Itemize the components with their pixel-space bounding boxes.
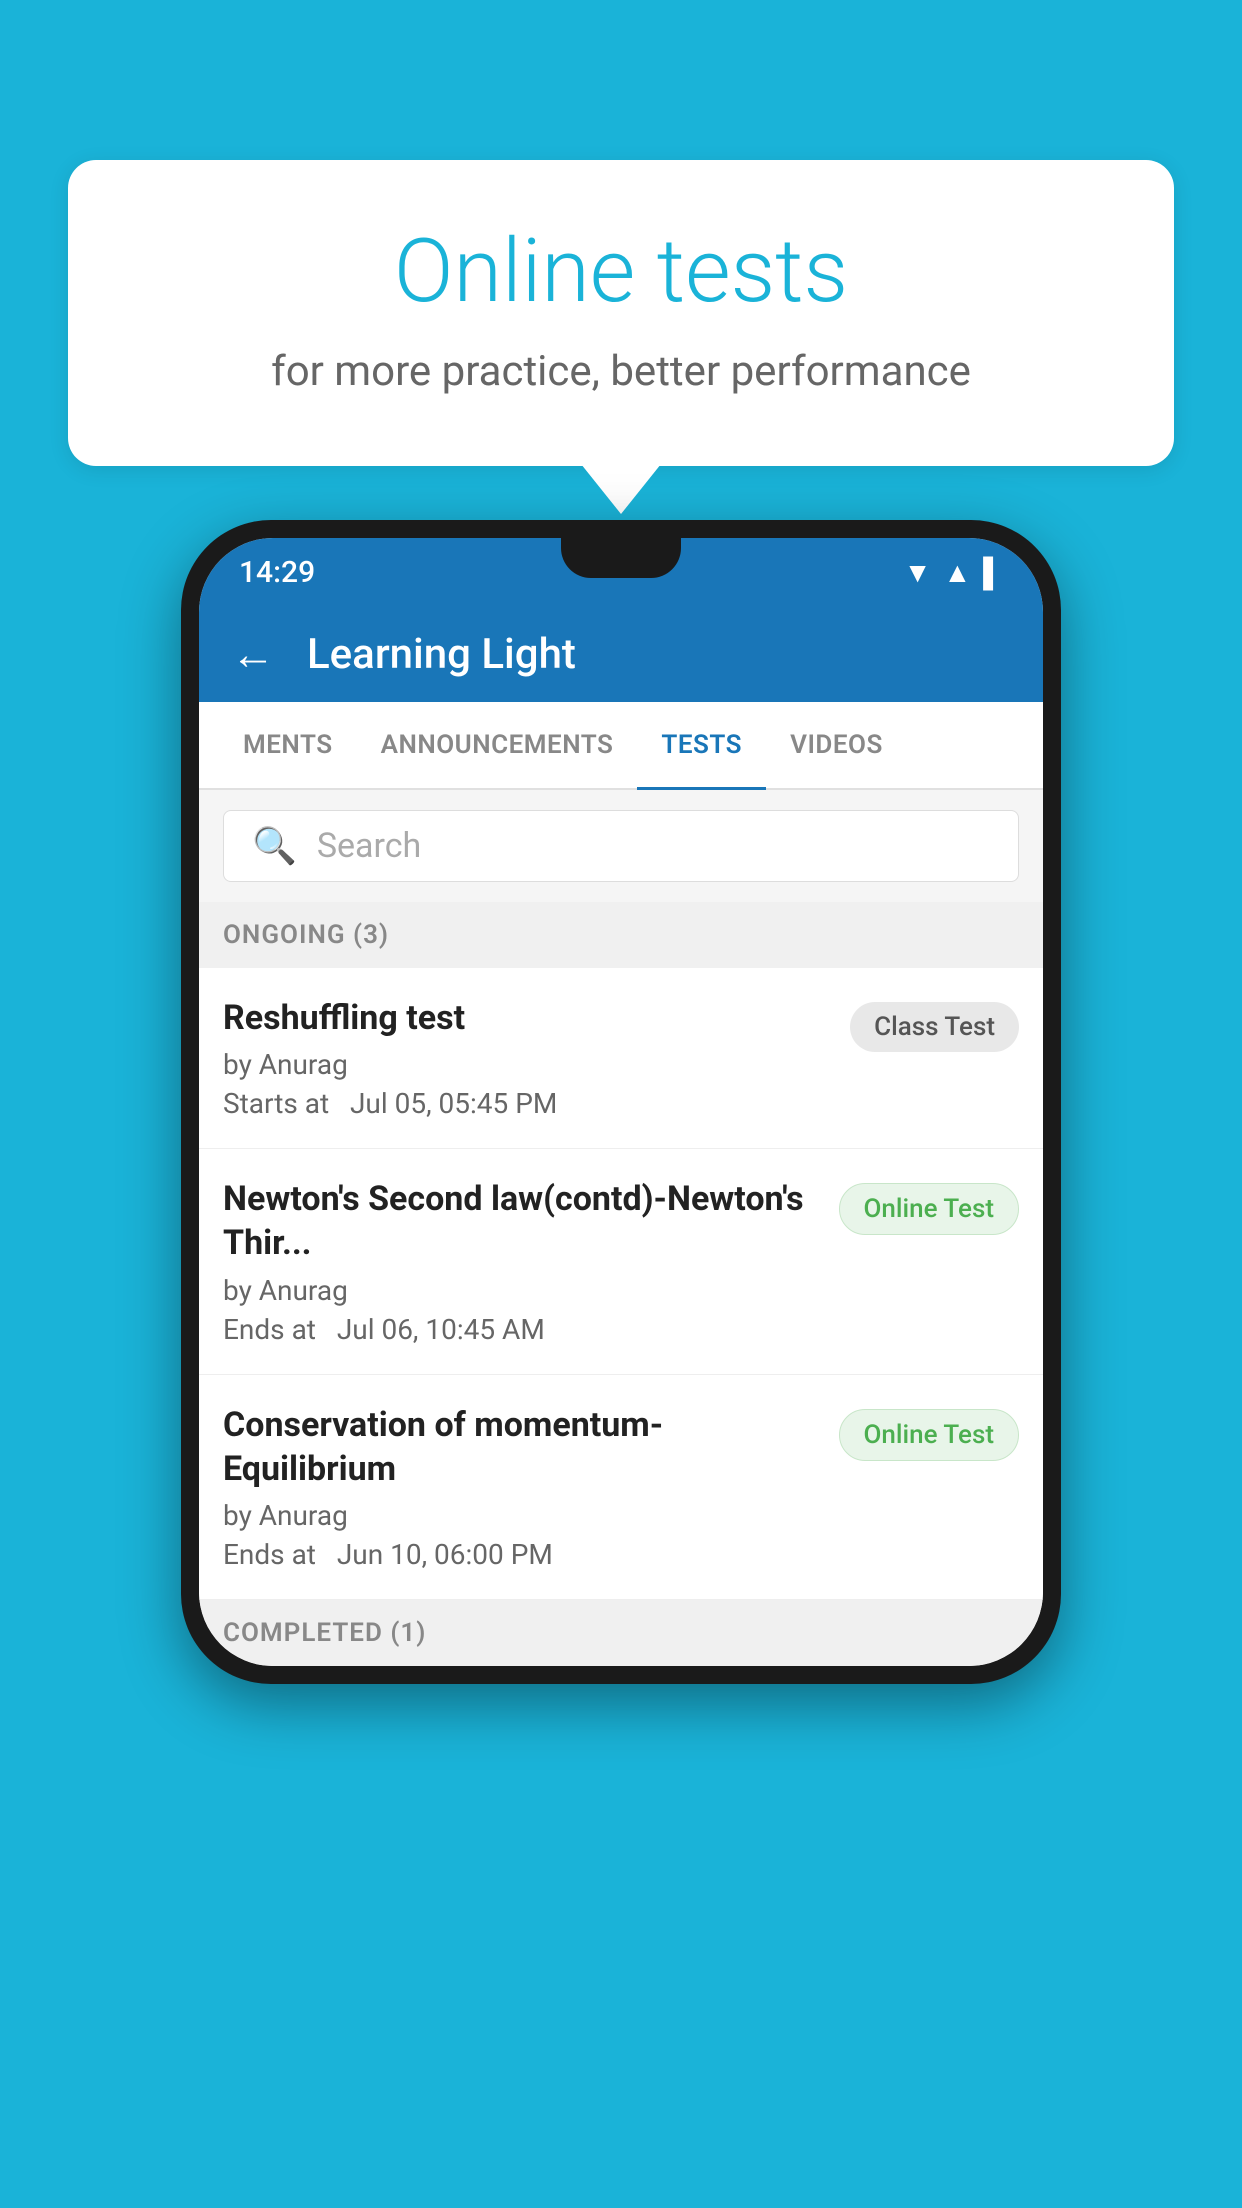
completed-section-header: COMPLETED (1) bbox=[199, 1600, 1043, 1666]
test-item-3[interactable]: Conservation of momentum-Equilibrium by … bbox=[199, 1375, 1043, 1600]
bubble-subtitle: for more practice, better performance bbox=[148, 347, 1094, 396]
tab-announcements[interactable]: ANNOUNCEMENTS bbox=[357, 702, 638, 788]
test-badge-1: Class Test bbox=[850, 1002, 1019, 1052]
test-info-3: Conservation of momentum-Equilibrium by … bbox=[223, 1403, 819, 1571]
test-time-label-1: Starts at bbox=[223, 1087, 329, 1120]
ongoing-label: ONGOING (3) bbox=[223, 920, 389, 950]
bubble-title: Online tests bbox=[148, 220, 1094, 323]
test-time-value-3: Jun 10, 06:00 PM bbox=[337, 1538, 553, 1571]
wifi-icon: ▼ bbox=[904, 556, 932, 589]
tab-ments[interactable]: MENTS bbox=[219, 702, 357, 788]
tab-tests[interactable]: TESTS bbox=[637, 702, 766, 788]
phone-inner: 14:29 ▼ ▲ ▌ ← Learning Light MENTS ANNOU… bbox=[199, 538, 1043, 1666]
test-item-1[interactable]: Reshuffling test by Anurag Starts at Jul… bbox=[199, 968, 1043, 1149]
search-placeholder: Search bbox=[317, 826, 421, 866]
search-container: 🔍 Search bbox=[199, 790, 1043, 902]
back-button[interactable]: ← bbox=[231, 628, 275, 680]
battery-icon: ▌ bbox=[983, 556, 1003, 589]
test-by-1: by Anurag bbox=[223, 1048, 830, 1081]
test-badge-3: Online Test bbox=[839, 1409, 1020, 1461]
status-icons: ▼ ▲ ▌ bbox=[904, 556, 1003, 589]
speech-bubble: Online tests for more practice, better p… bbox=[68, 160, 1174, 466]
test-info-1: Reshuffling test by Anurag Starts at Jul… bbox=[223, 996, 830, 1120]
ongoing-section-header: ONGOING (3) bbox=[199, 902, 1043, 968]
status-bar: 14:29 ▼ ▲ ▌ bbox=[199, 538, 1043, 606]
test-time-value-2: Jul 06, 10:45 AM bbox=[337, 1313, 545, 1346]
tab-videos[interactable]: VIDEOS bbox=[766, 702, 907, 788]
tests-list: Reshuffling test by Anurag Starts at Jul… bbox=[199, 968, 1043, 1600]
test-name-3: Conservation of momentum-Equilibrium bbox=[223, 1403, 819, 1491]
search-bar[interactable]: 🔍 Search bbox=[223, 810, 1019, 882]
search-icon: 🔍 bbox=[252, 825, 297, 867]
app-bar-title: Learning Light bbox=[307, 630, 576, 679]
test-time-2: Ends at Jul 06, 10:45 AM bbox=[223, 1313, 819, 1346]
notch bbox=[561, 538, 681, 578]
test-item-2[interactable]: Newton's Second law(contd)-Newton's Thir… bbox=[199, 1149, 1043, 1374]
phone-mockup: 14:29 ▼ ▲ ▌ ← Learning Light MENTS ANNOU… bbox=[181, 520, 1061, 1684]
test-time-label-2: Ends at bbox=[223, 1313, 316, 1346]
app-bar: ← Learning Light bbox=[199, 606, 1043, 702]
test-by-2: by Anurag bbox=[223, 1274, 819, 1307]
test-by-3: by Anurag bbox=[223, 1499, 819, 1532]
signal-icon: ▲ bbox=[943, 556, 971, 589]
test-name-2: Newton's Second law(contd)-Newton's Thir… bbox=[223, 1177, 819, 1265]
tabs-bar: MENTS ANNOUNCEMENTS TESTS VIDEOS bbox=[199, 702, 1043, 790]
test-time-1: Starts at Jul 05, 05:45 PM bbox=[223, 1087, 830, 1120]
test-time-3: Ends at Jun 10, 06:00 PM bbox=[223, 1538, 819, 1571]
test-info-2: Newton's Second law(contd)-Newton's Thir… bbox=[223, 1177, 819, 1345]
test-time-value-1: Jul 05, 05:45 PM bbox=[350, 1087, 557, 1120]
status-time: 14:29 bbox=[239, 555, 315, 590]
test-time-label-3: Ends at bbox=[223, 1538, 316, 1571]
test-name-1: Reshuffling test bbox=[223, 996, 830, 1040]
test-badge-2: Online Test bbox=[839, 1183, 1020, 1235]
completed-label: COMPLETED (1) bbox=[223, 1618, 426, 1648]
phone-outer: 14:29 ▼ ▲ ▌ ← Learning Light MENTS ANNOU… bbox=[181, 520, 1061, 1684]
